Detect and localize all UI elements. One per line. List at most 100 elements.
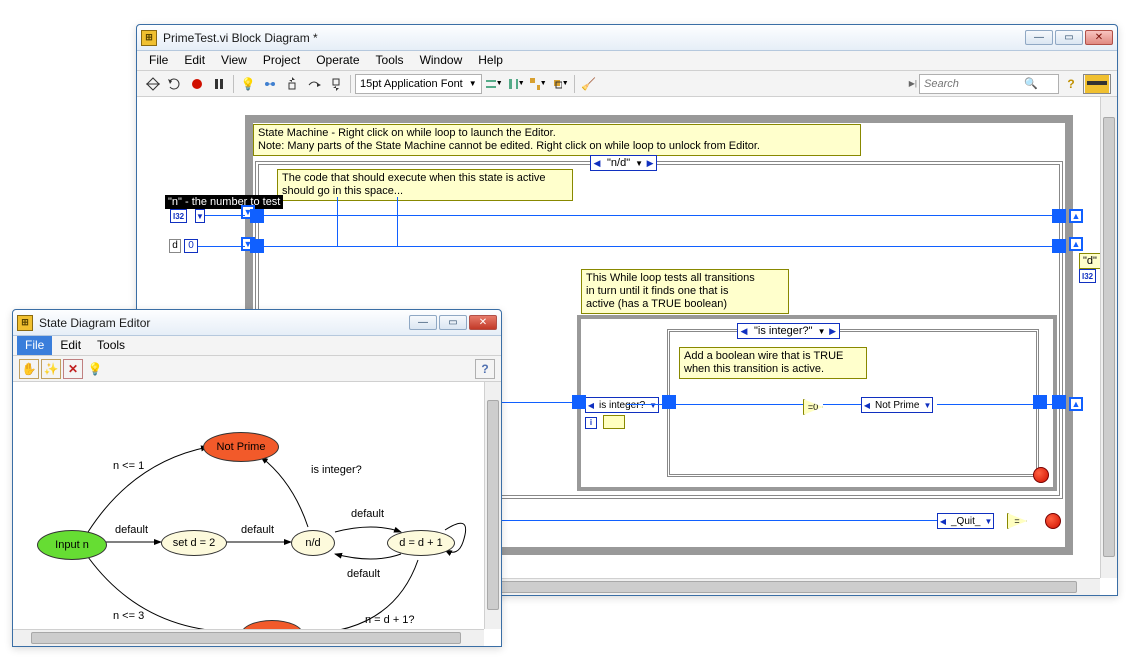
tunnel-8[interactable] [1052, 239, 1066, 253]
editor-minimize-button[interactable]: — [409, 315, 437, 330]
shift-reg-right-2[interactable]: ▲ [1069, 237, 1083, 251]
align-button[interactable]: ▼ [484, 74, 504, 94]
tunnel-6[interactable] [1052, 395, 1066, 409]
tunnel-1[interactable] [250, 209, 264, 223]
menu-operate[interactable]: Operate [308, 51, 367, 70]
abort-button[interactable] [187, 74, 207, 94]
label-n-le-1: n <= 1 [113, 460, 144, 472]
tunnel-7[interactable] [1052, 209, 1066, 223]
quit-left-icon[interactable]: ◀ [938, 517, 948, 526]
tunnel-3[interactable] [572, 395, 586, 409]
cleanup-button[interactable]: 🧹 [579, 74, 599, 94]
node-not-prime[interactable]: ◀ Not Prime ▼ [861, 397, 933, 413]
comment-transitions: This While loop tests all transitions in… [581, 269, 789, 314]
pause-button[interactable] [209, 74, 229, 94]
state-dd1[interactable]: d = d + 1 [387, 530, 455, 556]
menu-help[interactable]: Help [470, 51, 511, 70]
tunnel-4[interactable] [662, 395, 676, 409]
reorder-button[interactable]: ▼ [550, 74, 570, 94]
editor-menu-edit[interactable]: Edit [52, 336, 89, 355]
notprime-dropdown-icon[interactable]: ▼ [922, 401, 932, 410]
menu-tools[interactable]: Tools [368, 51, 412, 70]
editor-app-icon: ⊞ [17, 315, 33, 331]
step-out-button[interactable] [326, 74, 346, 94]
editor-scrollbar-v[interactable] [484, 382, 501, 629]
inner-case-next-icon[interactable]: ▶ [827, 326, 839, 337]
retain-wire-button[interactable] [260, 74, 280, 94]
state-diagram-canvas[interactable]: Input n set d = 2 n/d d = d + 1 Not Prim… [13, 382, 501, 646]
highlight-button[interactable]: 💡 [238, 74, 258, 94]
new-state-button[interactable]: ✋ [19, 359, 39, 379]
quit-dropdown-icon[interactable]: ▼ [983, 517, 993, 526]
comment-boolean: Add a boolean wire that is TRUE when thi… [679, 347, 867, 379]
n-dropdown-icon[interactable]: ▼ [195, 209, 205, 223]
close-button[interactable]: ✕ [1085, 30, 1113, 45]
menu-edit[interactable]: Edit [176, 51, 213, 70]
maximize-button[interactable]: ▭ [1055, 30, 1083, 45]
state-not-prime[interactable]: Not Prime [203, 432, 279, 462]
terminal-d-i32[interactable]: I32 [1079, 269, 1096, 283]
inner-case-dropdown-icon[interactable]: ▼ [817, 327, 827, 336]
font-selector[interactable]: 15pt Application Font ▼ [355, 74, 482, 94]
search-input[interactable] [924, 78, 1024, 90]
outer-stop-terminal[interactable] [1045, 513, 1061, 529]
main-titlebar: ⊞ PrimeTest.vi Block Diagram * — ▭ ✕ [137, 25, 1117, 51]
editor-titlebar: ⊞ State Diagram Editor — ▭ ✕ [13, 310, 501, 336]
state-nd[interactable]: n/d [291, 530, 335, 556]
editor-menubar: File Edit Tools [13, 336, 501, 356]
distribute-button[interactable]: ▼ [506, 74, 526, 94]
inner-case-prev-icon[interactable]: ◀ [738, 326, 750, 337]
ring-dropdown-icon[interactable]: ▼ [648, 401, 658, 410]
comment-state-machine: State Machine - Right click on while loo… [253, 124, 861, 156]
node-is-integer[interactable]: ◀ is integer? ▼ [585, 397, 659, 413]
shift-reg-right-1[interactable]: ▲ [1069, 209, 1083, 223]
terminal-d[interactable]: d [169, 239, 181, 253]
tunnel-5[interactable] [1033, 395, 1047, 409]
state-input-n[interactable]: Input n [37, 530, 107, 560]
label-default-3: default [351, 508, 384, 520]
increment-node[interactable] [603, 415, 625, 429]
delete-button[interactable]: ✕ [63, 359, 83, 379]
new-transition-button[interactable]: ✨ [41, 359, 61, 379]
step-over-button[interactable] [304, 74, 324, 94]
editor-close-button[interactable]: ✕ [469, 315, 497, 330]
case-selector-inner[interactable]: ◀ "is integer?" ▼ ▶ [737, 323, 840, 339]
menu-file[interactable]: File [141, 51, 176, 70]
shift-reg-right-3[interactable]: ▲ [1069, 397, 1083, 411]
minimize-button[interactable]: — [1025, 30, 1053, 45]
notprime-left-icon[interactable]: ◀ [862, 401, 872, 410]
resize-button[interactable]: ▼ [528, 74, 548, 94]
inner-stop-terminal[interactable] [1033, 467, 1049, 483]
iteration-terminal[interactable]: i [585, 417, 597, 429]
editor-menu-tools[interactable]: Tools [89, 336, 133, 355]
editor-title: State Diagram Editor [39, 316, 409, 330]
editor-menu-file[interactable]: File [17, 336, 52, 355]
run-button[interactable] [143, 74, 163, 94]
run-cont-button[interactable] [165, 74, 185, 94]
idea-button[interactable]: 💡 [85, 359, 105, 379]
case-next-icon[interactable]: ▶ [644, 158, 656, 169]
comment-code-space: The code that should execute when this s… [277, 169, 573, 201]
editor-scrollbar-h[interactable] [13, 629, 484, 646]
menu-window[interactable]: Window [412, 51, 471, 70]
label-default-4: default [347, 568, 380, 580]
menu-view[interactable]: View [213, 51, 255, 70]
search-box[interactable]: 🔍 [919, 74, 1059, 94]
label-n-le-3: n <= 3 [113, 610, 144, 622]
case-prev-icon[interactable]: ◀ [591, 158, 603, 169]
terminal-n-i32[interactable]: I32 [170, 209, 187, 223]
main-scrollbar-v[interactable] [1100, 97, 1117, 578]
menu-project[interactable]: Project [255, 51, 308, 70]
state-set-d[interactable]: set d = 2 [161, 530, 227, 556]
editor-help-button[interactable]: ? [475, 359, 495, 379]
constant-zero[interactable]: 0 [184, 239, 198, 253]
ring-left-icon[interactable]: ◀ [586, 401, 596, 410]
step-into-button[interactable] [282, 74, 302, 94]
case-dropdown-icon[interactable]: ▼ [634, 159, 644, 168]
vi-icon[interactable] [1083, 74, 1111, 94]
tunnel-2[interactable] [250, 239, 264, 253]
editor-maximize-button[interactable]: ▭ [439, 315, 467, 330]
node-quit[interactable]: ◀ _Quit_ ▼ [937, 513, 994, 529]
case-selector-outer[interactable]: ◀ "n/d" ▼ ▶ [590, 155, 657, 171]
help-button[interactable]: ? [1061, 74, 1081, 94]
